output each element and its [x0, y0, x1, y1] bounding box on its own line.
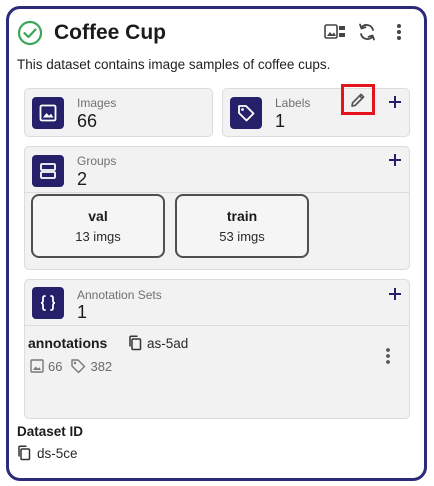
- group-chip-train[interactable]: train 53 imgs: [175, 194, 309, 258]
- annotation-sets-label: Annotation Sets: [77, 288, 162, 302]
- copy-annotation-set-id[interactable]: as-5ad: [128, 334, 188, 352]
- image-icon: [30, 359, 44, 373]
- more-vert-icon: [385, 347, 391, 365]
- annotation-sets-count: 1: [77, 302, 88, 322]
- images-badge: [32, 97, 64, 129]
- add-label-button[interactable]: [387, 94, 403, 110]
- tag-icon: [237, 104, 255, 122]
- annotation-set-name: annotations: [28, 335, 108, 351]
- copy-icon: [128, 335, 142, 351]
- plus-icon: [388, 287, 402, 301]
- dataset-title: Coffee Cup: [54, 21, 166, 44]
- labels-count: 1: [275, 111, 286, 131]
- pencil-icon: [349, 91, 367, 109]
- plus-icon: [388, 95, 402, 109]
- image-icon: [39, 104, 57, 122]
- dataset-description: This dataset contains image samples of c…: [17, 57, 331, 72]
- image-preview-button[interactable]: [323, 20, 347, 44]
- more-options-button[interactable]: [387, 20, 411, 44]
- groups-divider: [25, 192, 409, 193]
- plus-icon: [388, 153, 402, 167]
- annotation-set-stats: 66 382: [30, 357, 120, 375]
- group-chip-val[interactable]: val 13 imgs: [31, 194, 165, 258]
- group-name: val: [88, 207, 108, 224]
- group-image-count: 13 imgs: [75, 228, 121, 244]
- groups-label: Groups: [77, 154, 117, 168]
- labels-badge: [230, 97, 262, 129]
- labels-label: Labels: [275, 96, 311, 110]
- annotation-set-more-button[interactable]: [379, 345, 397, 367]
- edit-labels-button[interactable]: [341, 84, 375, 115]
- add-group-button[interactable]: [387, 152, 403, 168]
- annotation-set-id: as-5ad: [147, 335, 189, 351]
- annotation-set-image-count: 66: [48, 358, 63, 374]
- annotation-sets-divider: [25, 325, 409, 326]
- copy-icon: [17, 445, 31, 461]
- group-name: train: [226, 207, 258, 224]
- group-image-count: 53 imgs: [219, 228, 265, 244]
- groups-badge: [32, 155, 64, 187]
- more-vert-icon: [396, 23, 402, 41]
- copy-dataset-id[interactable]: ds-5ce: [17, 444, 78, 462]
- annotation-sets-badge: [32, 287, 64, 319]
- tag-icon: [70, 358, 86, 374]
- images-label: Images: [77, 96, 117, 110]
- dataset-id: ds-5ce: [37, 445, 78, 461]
- check-circle-icon: [17, 20, 43, 46]
- groups-count: 2: [77, 169, 88, 189]
- image-preview-icon: [324, 23, 346, 41]
- dataset-id-label: Dataset ID: [17, 424, 84, 439]
- groups-icon: [39, 162, 57, 180]
- add-annotation-set-button[interactable]: [387, 286, 403, 302]
- sync-icon: [357, 22, 377, 42]
- braces-icon: [38, 293, 58, 313]
- sync-button[interactable]: [355, 20, 379, 44]
- annotation-set-label-count: 382: [90, 358, 113, 374]
- images-count: 66: [77, 111, 98, 131]
